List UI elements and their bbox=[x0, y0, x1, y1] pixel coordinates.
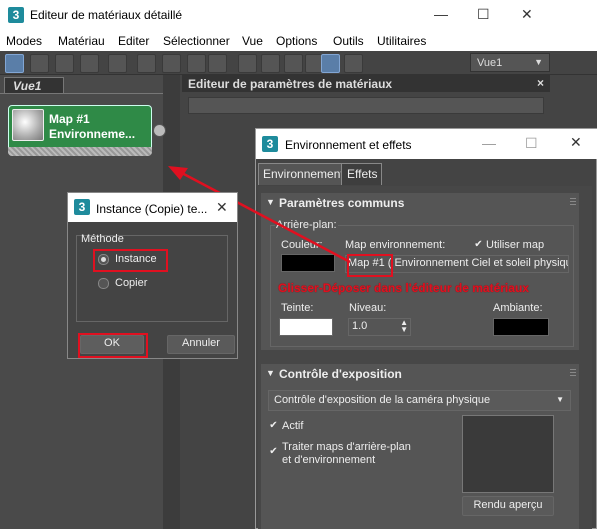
node-thumbnail bbox=[12, 109, 44, 141]
assign-material-icon[interactable] bbox=[55, 54, 74, 73]
app-icon: 3 bbox=[74, 199, 90, 215]
put-material-icon[interactable] bbox=[80, 54, 99, 73]
show-map-icon[interactable] bbox=[208, 54, 227, 73]
tab-environnement-label: Environnement bbox=[263, 167, 344, 181]
exposure-dropdown[interactable]: Contrôle d'exposition de la caméra physi… bbox=[268, 390, 571, 411]
move-children-icon[interactable] bbox=[137, 54, 156, 73]
environment-window-title: Environnement et effets bbox=[285, 138, 412, 152]
exposure-preview bbox=[462, 415, 554, 493]
copy-radio-label: Copier bbox=[115, 277, 148, 289]
close-icon[interactable]: ✕ bbox=[521, 6, 533, 23]
level-label: Niveau: bbox=[349, 302, 387, 314]
close-icon[interactable]: ✕ bbox=[570, 134, 582, 151]
tab-vue1-label: Vue1 bbox=[13, 79, 42, 93]
menu-utilitaires[interactable]: Utilitaires bbox=[377, 34, 426, 48]
map-highlight-box bbox=[347, 254, 393, 277]
menu-materiau[interactable]: Matériau bbox=[58, 34, 105, 48]
app-icon: 3 bbox=[8, 7, 24, 23]
rollout-grip-icon[interactable] bbox=[570, 368, 576, 376]
node-footer bbox=[8, 147, 152, 156]
eyedropper-icon[interactable] bbox=[30, 54, 49, 73]
level-spinner[interactable]: 1.0 ▲ ▼ bbox=[348, 318, 411, 336]
instance-dialog-title-bar: 3 Instance (Copie) te... ✕ bbox=[68, 193, 237, 222]
tab-environnement[interactable]: Environnement bbox=[258, 163, 344, 185]
background-group-label: Arrière-plan: bbox=[275, 219, 338, 231]
menu-editer[interactable]: Editer bbox=[118, 34, 149, 48]
render-preview-button[interactable]: Rendu aperçu bbox=[462, 496, 554, 516]
menu-options[interactable]: Options bbox=[276, 34, 317, 48]
parameter-panel-title: Editeur de paramètres de matériaux bbox=[188, 77, 393, 91]
node-title: Map #1 bbox=[49, 112, 90, 126]
tab-divider bbox=[0, 93, 180, 94]
cancel-button[interactable]: Annuler bbox=[167, 335, 235, 354]
collapse-arrow-icon[interactable]: ▼ bbox=[266, 368, 275, 378]
environment-title-bar: 3 Environnement et effets — ☐ ✕ bbox=[256, 129, 597, 159]
menu-vue[interactable]: Vue bbox=[242, 34, 263, 48]
process-maps-label-1: Traiter maps d'arrière-plan bbox=[282, 441, 411, 453]
node-subtitle: Environneme... bbox=[49, 127, 136, 141]
chevron-down-icon: ▼ bbox=[556, 395, 564, 404]
ambient-label: Ambiante: bbox=[493, 302, 543, 314]
main-title-bar: 3 Editeur de matériaux détaillé — ☐ ✕ bbox=[0, 0, 597, 31]
spinner-arrows-icon[interactable]: ▲ ▼ bbox=[400, 319, 408, 334]
close-icon[interactable]: × bbox=[537, 76, 544, 90]
select-by-material-icon[interactable] bbox=[187, 54, 206, 73]
menu-outils[interactable]: Outils bbox=[333, 34, 364, 48]
minimize-icon[interactable]: — bbox=[482, 135, 496, 151]
options-icon[interactable] bbox=[344, 54, 363, 73]
environment-map-label: Map environnement: bbox=[345, 239, 446, 251]
collapse-arrow-icon[interactable]: ▼ bbox=[266, 197, 275, 207]
instance-radio[interactable] bbox=[98, 254, 109, 265]
render-icon[interactable] bbox=[261, 54, 280, 73]
node-output-port[interactable] bbox=[153, 124, 166, 137]
parameter-panel-header: Editeur de paramètres de matériaux × bbox=[182, 75, 550, 92]
menu-modes[interactable]: Modes bbox=[6, 34, 42, 48]
process-maps-label-2: et d'environnement bbox=[282, 454, 376, 466]
active-label: Actif bbox=[282, 420, 304, 432]
maximize-icon[interactable]: ☐ bbox=[525, 135, 538, 152]
tab-effets[interactable]: Effets bbox=[341, 163, 382, 185]
view-dropdown[interactable]: Vue1 ▼ bbox=[470, 53, 550, 72]
ambient-color-swatch[interactable] bbox=[493, 318, 549, 336]
tint-color-swatch[interactable] bbox=[279, 318, 333, 336]
drag-drop-instruction: Glisser-Déposer dans l'éditeur de matéri… bbox=[278, 281, 529, 295]
select-arrow-icon[interactable] bbox=[5, 54, 24, 73]
exposure-dropdown-value: Contrôle d'exposition de la caméra physi… bbox=[274, 394, 491, 406]
menu-selectionner[interactable]: Sélectionner bbox=[163, 34, 230, 48]
use-map-checkbox[interactable]: ✔ bbox=[474, 240, 483, 250]
background-icon[interactable] bbox=[284, 54, 303, 73]
copy-radio[interactable] bbox=[98, 278, 109, 289]
active-checkbox[interactable]: ✔ bbox=[269, 421, 278, 431]
zero-icon[interactable] bbox=[238, 54, 257, 73]
instance-dialog-title: Instance (Copie) te... bbox=[96, 202, 208, 216]
delete-icon[interactable] bbox=[108, 54, 127, 73]
menu-bar: Modes Matériau Editer Sélectionner Vue O… bbox=[0, 31, 597, 51]
common-parameters-title[interactable]: Paramètres communs bbox=[279, 196, 404, 210]
process-maps-checkbox[interactable]: ✔ bbox=[269, 447, 278, 457]
ok-highlight-box bbox=[78, 333, 148, 358]
color-label: Couleur: bbox=[281, 239, 323, 251]
tab-vue1[interactable]: Vue1 bbox=[4, 77, 64, 93]
chevron-down-icon: ▼ bbox=[534, 57, 543, 67]
tab-effets-label: Effets bbox=[347, 167, 378, 181]
method-group-label: Méthode bbox=[81, 233, 124, 245]
instance-radio-label: Instance bbox=[115, 253, 157, 265]
app-icon: 3 bbox=[262, 136, 278, 152]
use-map-label: Utiliser map bbox=[486, 239, 545, 251]
tint-label: Teinte: bbox=[281, 302, 314, 314]
background-color-swatch[interactable] bbox=[281, 254, 335, 272]
layout-icon[interactable] bbox=[162, 54, 181, 73]
close-icon[interactable]: ✕ bbox=[216, 199, 228, 216]
exposure-control-title[interactable]: Contrôle d'exposition bbox=[279, 367, 402, 381]
maximize-icon[interactable]: ☐ bbox=[477, 6, 490, 23]
parameter-editor-icon[interactable] bbox=[321, 54, 340, 73]
view-dropdown-value: Vue1 bbox=[477, 57, 503, 69]
rollout-grip-icon[interactable] bbox=[570, 197, 576, 205]
parameter-name-field[interactable] bbox=[188, 97, 544, 114]
minimize-icon[interactable]: — bbox=[434, 6, 448, 22]
main-window-title: Editeur de matériaux détaillé bbox=[30, 8, 183, 22]
level-value: 1.0 bbox=[352, 320, 368, 332]
